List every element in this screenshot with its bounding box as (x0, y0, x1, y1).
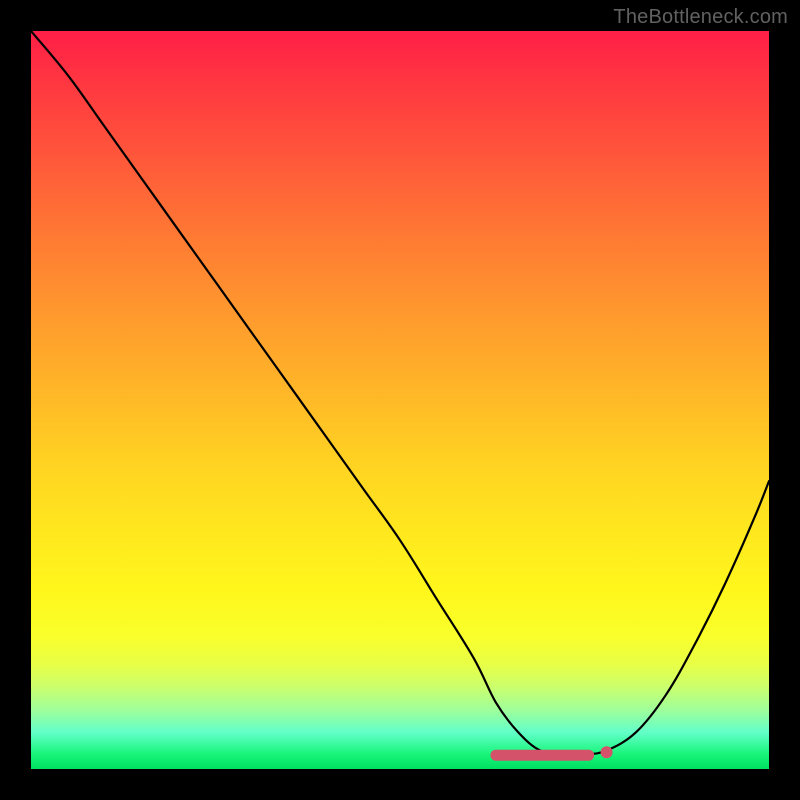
optimal-range-end-dot (601, 746, 613, 758)
attribution-text: TheBottleneck.com (613, 6, 788, 29)
bottleneck-curve-svg (31, 31, 769, 769)
plot-area (31, 31, 769, 769)
chart-frame: TheBottleneck.com (0, 0, 800, 800)
bottleneck-curve (31, 31, 769, 755)
